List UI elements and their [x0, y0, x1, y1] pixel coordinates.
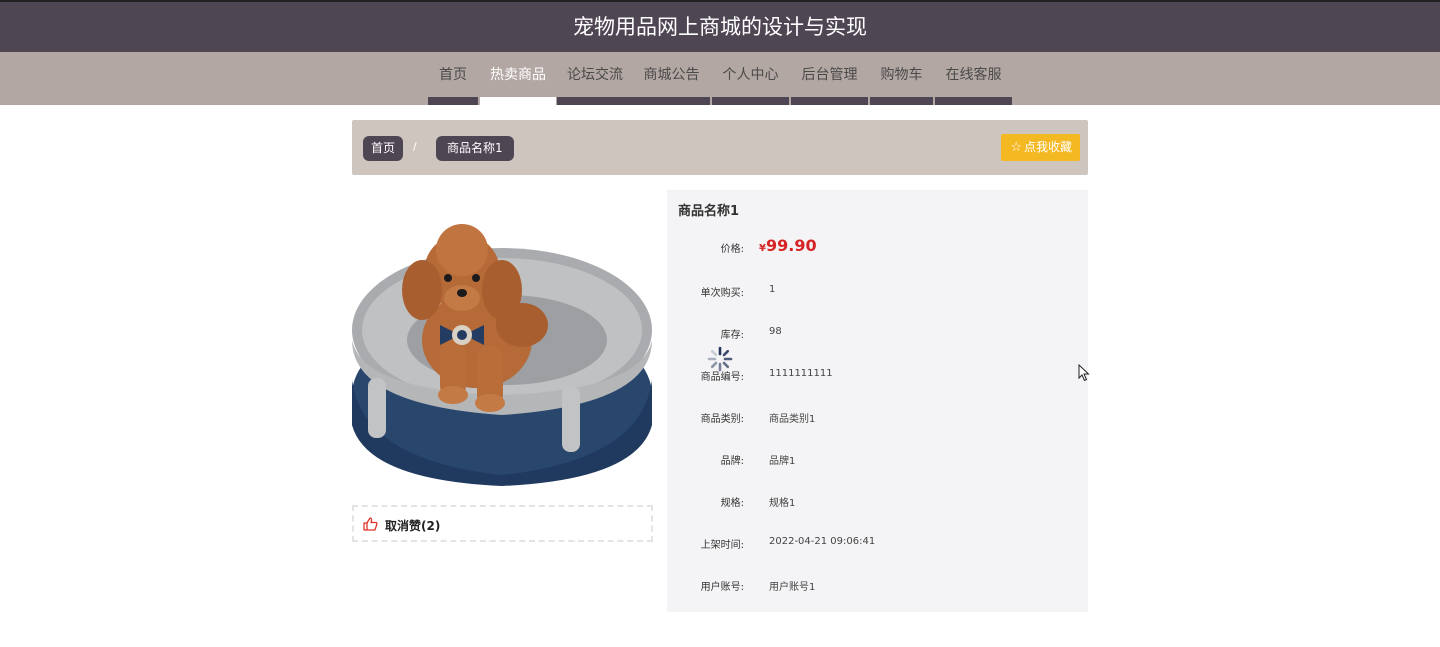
nav-item-underline	[428, 97, 478, 105]
detail-row: 商品类别: 商品类别1	[667, 406, 1088, 426]
detail-label: 上架时间:	[700, 540, 744, 551]
detail-value: 2022-04-21 09:06:41	[769, 536, 876, 547]
nav-item-label: 商城公告	[643, 67, 700, 83]
nav-item-underline	[633, 97, 710, 105]
main-nav: 首页 热卖商品 论坛交流 商城公告 个人中心 后台管理 购物车 在线客服	[0, 52, 1440, 105]
price-value: ¥99.90	[759, 236, 817, 255]
detail-label: 规格:	[720, 498, 744, 509]
nav-item-underline	[557, 97, 633, 105]
like-label: 取消赞(2)	[385, 519, 441, 533]
price-label: 价格:	[720, 244, 744, 255]
mouse-cursor-icon	[1078, 363, 1090, 386]
product-name: 商品名称1	[678, 204, 740, 219]
nav-item-underline	[480, 97, 556, 105]
product-details: 商品名称1 价格: ¥99.90 单次购买: 1 库存: 98 商品编号: 11…	[667, 190, 1088, 612]
site-header: 宠物用品网上商城的设计与实现	[0, 0, 1440, 52]
like-toggle[interactable]: 取消赞(2)	[352, 505, 653, 542]
price-amount: 99.90	[765, 236, 817, 255]
nav-item-forum[interactable]: 论坛交流	[557, 52, 633, 105]
price-row: 价格: ¥99.90	[667, 236, 1088, 256]
nav-item-label: 首页	[439, 67, 467, 83]
detail-label: 库存:	[720, 330, 744, 341]
detail-value: 规格1	[769, 498, 796, 509]
nav-item-cart[interactable]: 购物车	[870, 52, 933, 105]
nav-item-label: 在线客服	[945, 67, 1002, 83]
nav-item-underline	[870, 97, 933, 105]
nav-item-underline	[791, 97, 868, 105]
thumbs-up-icon	[363, 516, 378, 535]
site-title: 宠物用品网上商城的设计与实现	[573, 15, 867, 39]
detail-value: 98	[769, 326, 782, 337]
detail-label: 用户账号:	[700, 582, 744, 593]
nav-item-user-center[interactable]: 个人中心	[712, 52, 789, 105]
nav-item-home[interactable]: 首页	[428, 52, 478, 105]
detail-row: 用户账号: 用户账号1	[667, 574, 1088, 594]
nav-item-label: 购物车	[880, 67, 923, 83]
detail-value: 商品类别1	[769, 414, 816, 425]
breadcrumb-current[interactable]: 商品名称1	[436, 136, 514, 161]
favorite-button[interactable]: ☆ 点我收藏	[1001, 134, 1080, 161]
detail-label: 单次购买:	[700, 288, 744, 299]
detail-label: 商品类别:	[700, 414, 744, 425]
breadcrumb: 首页 / 商品名称1 ☆ 点我收藏	[352, 120, 1088, 175]
detail-row: 规格: 规格1	[667, 490, 1088, 510]
loading-spinner-icon	[706, 345, 734, 373]
nav-item-announcements[interactable]: 商城公告	[633, 52, 710, 105]
nav-item-label: 后台管理	[801, 67, 858, 83]
detail-value: 用户账号1	[769, 582, 816, 593]
nav-item-label: 个人中心	[722, 67, 779, 83]
breadcrumb-separator: /	[413, 140, 417, 153]
detail-value: 品牌1	[769, 456, 796, 467]
nav-item-underline	[935, 97, 1012, 105]
nav-item-hot-products[interactable]: 热卖商品	[480, 52, 556, 105]
nav-item-label: 论坛交流	[567, 67, 623, 83]
currency-symbol: ¥	[759, 243, 766, 254]
nav-item-online-service[interactable]: 在线客服	[935, 52, 1012, 105]
detail-value: 1111111111	[769, 368, 833, 379]
detail-value: 1	[769, 284, 776, 295]
nav-item-label: 热卖商品	[490, 67, 546, 83]
nav-item-underline	[712, 97, 789, 105]
detail-row: 上架时间: 2022-04-21 09:06:41	[667, 532, 1088, 552]
breadcrumb-home[interactable]: 首页	[363, 136, 404, 161]
star-outline-icon: ☆	[1010, 140, 1022, 155]
product-image	[352, 190, 653, 490]
detail-row: 库存: 98	[667, 322, 1088, 342]
detail-row: 单次购买: 1	[667, 280, 1088, 300]
favorite-button-label: 点我收藏	[1023, 140, 1072, 154]
detail-row: 品牌: 品牌1	[667, 448, 1088, 468]
nav-item-admin[interactable]: 后台管理	[791, 52, 868, 105]
detail-label: 品牌:	[720, 456, 744, 467]
